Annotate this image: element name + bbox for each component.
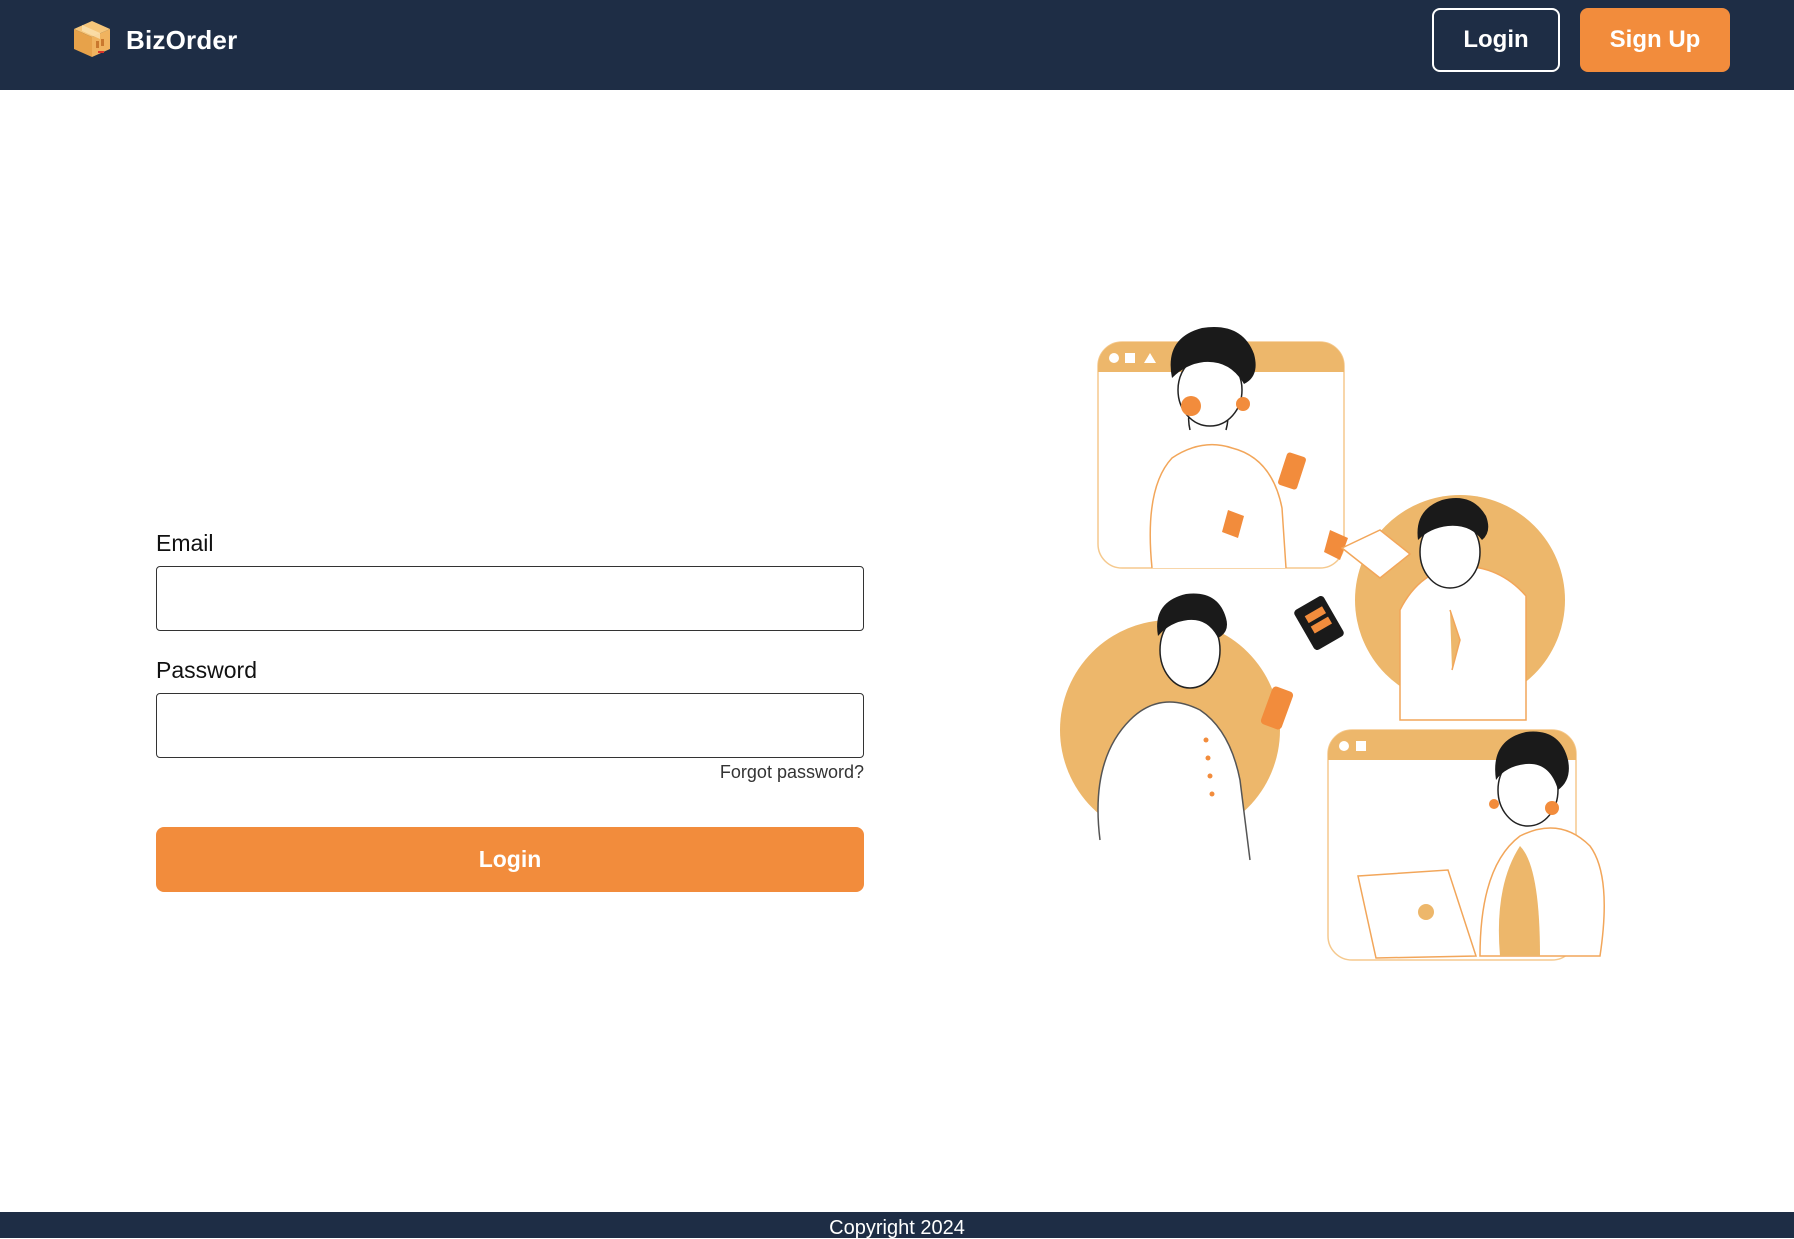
login-submit-button[interactable]: Login	[156, 827, 864, 892]
password-label: Password	[156, 657, 257, 683]
brand-name: BizOrder	[126, 24, 238, 55]
copyright-text: Copyright 2024	[829, 1217, 965, 1239]
forgot-password-link[interactable]: Forgot password?	[720, 762, 864, 783]
password-field[interactable]	[156, 693, 864, 758]
footer: Copyright 2024	[0, 1212, 1794, 1238]
navbar: BizOrder Login Sign Up	[0, 0, 1794, 90]
brand-home-link[interactable]: BizOrder	[70, 18, 237, 62]
email-field[interactable]	[156, 566, 864, 631]
nav-signup-button[interactable]: Sign Up	[1580, 8, 1730, 72]
people-ordering-online-illustration	[1040, 320, 1620, 970]
package-box-icon	[70, 17, 114, 64]
email-label: Email	[156, 530, 214, 556]
nav-login-button[interactable]: Login	[1432, 8, 1560, 72]
